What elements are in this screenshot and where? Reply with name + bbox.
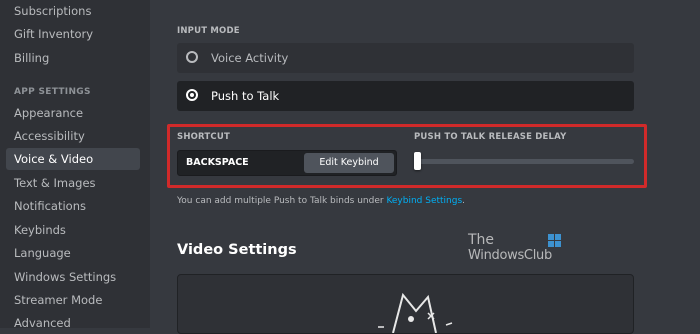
sidebar-item-billing[interactable]: Billing xyxy=(6,47,140,69)
sidebar-item-accessibility[interactable]: Accessibility xyxy=(6,125,140,147)
watermark-line1: The xyxy=(468,232,495,248)
radio-push-to-talk[interactable]: Push to Talk xyxy=(177,81,634,111)
sidebar-item-language[interactable]: Language xyxy=(6,242,140,264)
release-delay-slider[interactable] xyxy=(414,152,634,170)
watermark: The WindowsClub xyxy=(468,232,568,268)
video-preview-panel xyxy=(177,274,634,334)
sidebar-item-appearance[interactable]: Appearance xyxy=(6,102,140,124)
sidebar-section-header: APP SETTINGS xyxy=(14,87,91,97)
shortcut-label: SHORTCUT xyxy=(177,132,230,142)
settings-content: INPUT MODE Voice Activity Push to Talk S… xyxy=(150,0,700,334)
radio-label: Voice Activity xyxy=(211,51,289,65)
sidebar-item-notifications[interactable]: Notifications xyxy=(6,195,140,217)
sidebar-item-subscriptions[interactable]: Subscriptions xyxy=(6,0,140,22)
keybind-settings-link[interactable]: Keybind Settings xyxy=(386,196,462,206)
sidebar-item-keybinds[interactable]: Keybinds xyxy=(6,219,140,241)
settings-sidebar: Subscriptions Gift Inventory Billing APP… xyxy=(0,0,150,328)
sidebar-item-gift-inventory[interactable]: Gift Inventory xyxy=(6,23,140,45)
hint-text: You can add multiple Push to Talk binds … xyxy=(177,196,387,206)
radio-selected-icon xyxy=(186,89,198,101)
radio-voice-activity[interactable]: Voice Activity xyxy=(177,43,634,73)
keybind-value: BACKSPACE xyxy=(186,157,249,168)
watermark-line2: WindowsClub xyxy=(468,248,552,263)
keybind-hint: You can add multiple Push to Talk binds … xyxy=(177,196,465,206)
keybind-field[interactable]: BACKSPACE Edit Keybind xyxy=(177,150,397,176)
hint-suffix: . xyxy=(462,196,466,206)
camera-illustration xyxy=(378,292,453,333)
sidebar-item-text-images[interactable]: Text & Images xyxy=(6,172,140,194)
radio-label: Push to Talk xyxy=(211,89,280,103)
release-delay-label: PUSH TO TALK RELEASE DELAY xyxy=(414,132,567,142)
radio-circle-icon xyxy=(186,51,198,63)
windows-logo-icon xyxy=(548,234,561,247)
sidebar-item-voice-video[interactable]: Voice & Video xyxy=(6,148,140,170)
sidebar-item-advanced[interactable]: Advanced xyxy=(6,312,140,328)
sidebar-item-streamer-mode[interactable]: Streamer Mode xyxy=(6,289,140,311)
sidebar-item-windows-settings[interactable]: Windows Settings xyxy=(6,266,140,288)
video-settings-title: Video Settings xyxy=(177,242,297,258)
edit-keybind-button[interactable]: Edit Keybind xyxy=(304,153,394,173)
slider-handle[interactable] xyxy=(414,152,421,170)
input-mode-label: INPUT MODE xyxy=(177,26,240,36)
